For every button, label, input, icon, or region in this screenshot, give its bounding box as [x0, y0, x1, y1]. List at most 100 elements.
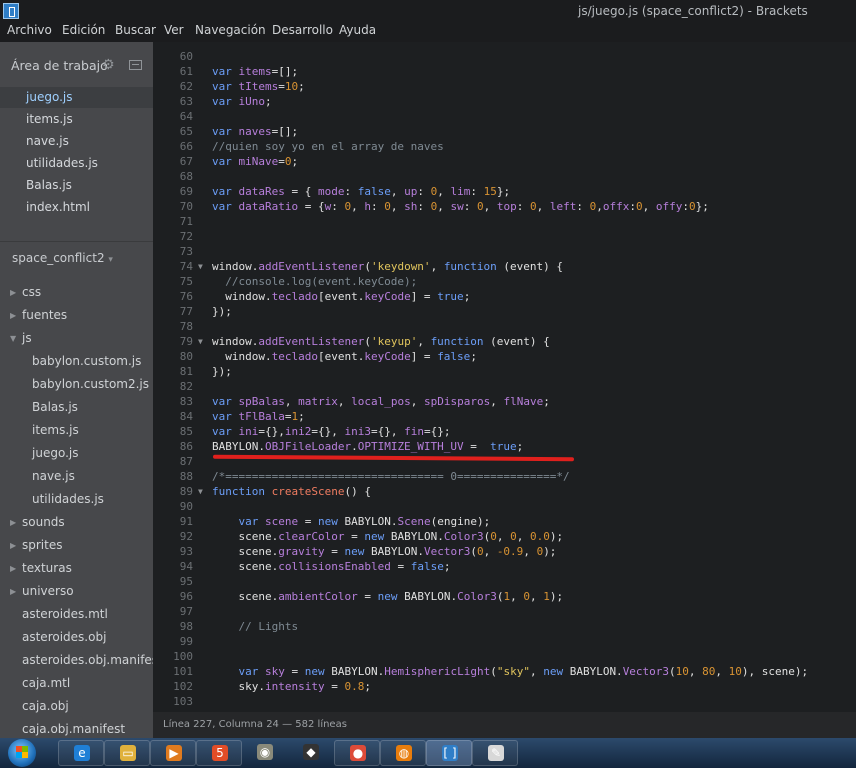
gear-icon[interactable]: ⚙ [102, 57, 115, 73]
code-line[interactable]: 67 var miNave=0; [153, 154, 856, 169]
tree-folder[interactable]: ▶ universo [0, 580, 153, 603]
code-line[interactable]: 66 //quien soy yo en el array de naves [153, 139, 856, 154]
chevron-right-icon[interactable]: ▶ [10, 281, 16, 304]
tree-file[interactable]: Balas.js [0, 396, 153, 419]
chevron-right-icon[interactable]: ▶ [10, 511, 16, 534]
tree-file[interactable]: caja.obj.manifest [0, 718, 153, 738]
code-line[interactable]: 85 var ini={},ini2={}, ini3={}, fin={}; [153, 424, 856, 439]
tree-folder[interactable]: ▼ js [0, 327, 153, 350]
code-line[interactable]: 90 [153, 499, 856, 514]
menu-navegacion[interactable]: Navegación [195, 23, 266, 37]
code-line[interactable]: 100 [153, 649, 856, 664]
code-line[interactable]: 102 sky.intensity = 0.8; [153, 679, 856, 694]
code-line[interactable]: 76 window.teclado[event.keyCode] = true; [153, 289, 856, 304]
taskbar-explorer-button[interactable]: ▭ [104, 740, 150, 766]
taskbar-blender-button[interactable]: ◍ [380, 740, 426, 766]
code-line[interactable]: 71 [153, 214, 856, 229]
code-line[interactable]: 80 window.teclado[event.keyCode] = false… [153, 349, 856, 364]
code-line[interactable]: 96 scene.ambientColor = new BABYLON.Colo… [153, 589, 856, 604]
code-line[interactable]: 101 var sky = new BABYLON.HemisphericLig… [153, 664, 856, 679]
chevron-right-icon[interactable]: ▶ [10, 304, 16, 327]
chevron-right-icon[interactable]: ▶ [10, 580, 16, 603]
code-line[interactable]: 75 //console.log(event.keyCode); [153, 274, 856, 289]
tree-file[interactable]: utilidades.js [0, 488, 153, 511]
code-line[interactable]: 70 var dataRatio = {w: 0, h: 0, sh: 0, sw… [153, 199, 856, 214]
working-file-balas-js[interactable]: Balas.js [0, 175, 153, 196]
tree-folder[interactable]: ▶ fuentes [0, 304, 153, 327]
code-line[interactable]: 77}); [153, 304, 856, 319]
code-line[interactable]: 74 ▼ window.addEventListener('keydown', fu… [153, 259, 856, 274]
tree-file[interactable]: asteroides.obj.manifest [0, 649, 153, 672]
tree-folder[interactable]: ▶ texturas [0, 557, 153, 580]
split-view-icon[interactable] [129, 60, 142, 70]
code-line[interactable]: 88 /*================================= 0=… [153, 469, 856, 484]
fold-toggle-icon[interactable]: ▼ [198, 484, 203, 499]
taskbar-ie-button[interactable]: e [58, 740, 104, 766]
tree-file[interactable]: babylon.custom2.js [0, 373, 153, 396]
tree-folder[interactable]: ▶ css [0, 281, 153, 304]
code-line[interactable]: 82 [153, 379, 856, 394]
taskbar-gimp-button[interactable]: ◉ [242, 740, 288, 766]
tree-file[interactable]: items.js [0, 419, 153, 442]
taskbar-brackets-button[interactable]: [ ] [426, 740, 472, 766]
code-line[interactable]: 68 [153, 169, 856, 184]
working-file-utilidades-js[interactable]: utilidades.js [0, 153, 153, 174]
brackets-app-icon[interactable] [3, 3, 19, 19]
code-editor[interactable]: 60 61 var items=[]; 62 var tItems=10; 63 var i… [153, 42, 856, 712]
menu-archivo[interactable]: Archivo [7, 23, 52, 37]
menu-edicion[interactable]: Edición [62, 23, 105, 37]
chevron-down-icon[interactable]: ▼ [10, 327, 16, 350]
tree-file[interactable]: babylon.custom.js [0, 350, 153, 373]
taskbar-html5-button[interactable]: 5 [196, 740, 242, 766]
code-line[interactable]: 99 [153, 634, 856, 649]
tree-file[interactable]: nave.js [0, 465, 153, 488]
code-line[interactable]: 103 [153, 694, 856, 709]
chevron-right-icon[interactable]: ▶ [10, 557, 16, 580]
working-file-index-html[interactable]: index.html [0, 197, 153, 218]
code-line[interactable]: 98 // Lights [153, 619, 856, 634]
code-line[interactable]: 72 [153, 229, 856, 244]
code-line[interactable]: 78 [153, 319, 856, 334]
tree-file[interactable]: asteroides.obj [0, 626, 153, 649]
code-line[interactable]: 62 var tItems=10; [153, 79, 856, 94]
menu-buscar[interactable]: Buscar [115, 23, 156, 37]
working-file-items-js[interactable]: items.js [0, 109, 153, 130]
taskbar-notepad-button[interactable]: ✎ [472, 740, 518, 766]
fold-toggle-icon[interactable]: ▼ [198, 334, 203, 349]
tree-file[interactable]: asteroides.mtl [0, 603, 153, 626]
code-line[interactable]: 63 var iUno; [153, 94, 856, 109]
working-file-juego-js[interactable]: juego.js [0, 87, 153, 108]
code-line[interactable]: 95 [153, 574, 856, 589]
code-line[interactable]: 97 [153, 604, 856, 619]
taskbar-chrome-button[interactable]: ● [334, 740, 380, 766]
code-line[interactable]: 73 [153, 244, 856, 259]
tree-folder[interactable]: ▶ sprites [0, 534, 153, 557]
menu-desarrollo[interactable]: Desarrollo [272, 23, 333, 37]
tree-file[interactable]: caja.mtl [0, 672, 153, 695]
code-line[interactable]: 65 var naves=[]; [153, 124, 856, 139]
tree-file[interactable]: caja.obj [0, 695, 153, 718]
code-line[interactable]: 61 var items=[]; [153, 64, 856, 79]
code-line[interactable]: 92 scene.clearColor = new BABYLON.Color3… [153, 529, 856, 544]
code-line[interactable]: 93 scene.gravity = new BABYLON.Vector3(0… [153, 544, 856, 559]
chevron-right-icon[interactable]: ▶ [10, 534, 16, 557]
code-line[interactable]: 91 var scene = new BABYLON.Scene(engine)… [153, 514, 856, 529]
code-line[interactable]: 83 var spBalas, matrix, local_pos, spDisp… [153, 394, 856, 409]
code-line[interactable]: 60 [153, 49, 856, 64]
code-line[interactable]: 94 scene.collisionsEnabled = false; [153, 559, 856, 574]
tree-folder[interactable]: ▶ sounds [0, 511, 153, 534]
taskbar-media-player-button[interactable]: ▶ [150, 740, 196, 766]
taskbar-inkscape-button[interactable]: ◆ [288, 740, 334, 766]
working-file-nave-js[interactable]: nave.js [0, 131, 153, 152]
code-line[interactable]: 84 var tFlBala=1; [153, 409, 856, 424]
code-line[interactable]: 64 [153, 109, 856, 124]
code-line[interactable]: 89 ▼ function createScene() { [153, 484, 856, 499]
code-line[interactable]: 86 BABYLON.OBJFileLoader.OPTIMIZE_WITH_UV… [153, 439, 856, 454]
project-dropdown[interactable]: space_conflict2 ▾ [12, 251, 113, 265]
menu-ayuda[interactable]: Ayuda [339, 23, 376, 37]
code-line[interactable]: 81}); [153, 364, 856, 379]
tree-file[interactable]: juego.js [0, 442, 153, 465]
fold-toggle-icon[interactable]: ▼ [198, 259, 203, 274]
code-line[interactable]: 79 ▼ window.addEventListener('keyup', func… [153, 334, 856, 349]
start-button[interactable] [8, 739, 36, 767]
